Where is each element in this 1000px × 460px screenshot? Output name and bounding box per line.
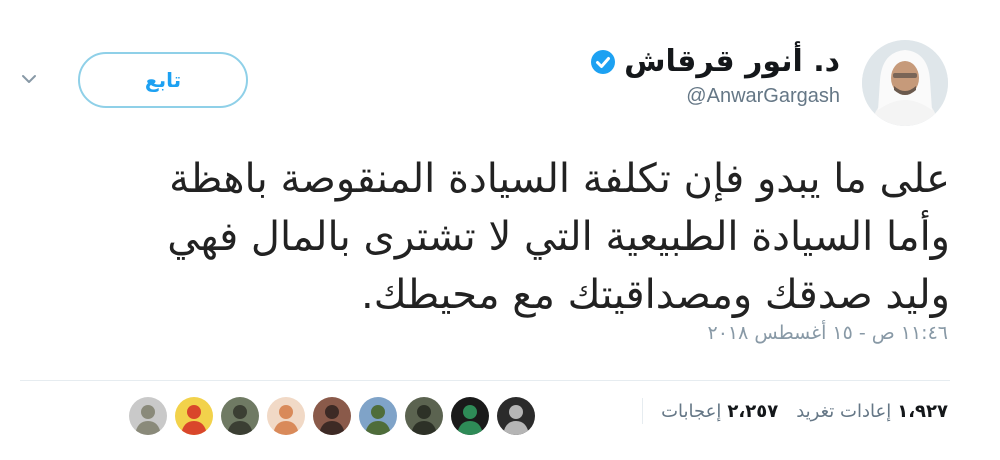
follow-button[interactable]: تابع [78, 52, 248, 108]
tweet-line: على ما يبدو فإن تكلفة السيادة المنقوصة ب… [169, 156, 950, 202]
tweet-text: على ما يبدو فإن تكلفة السيادة المنقوصة ب… [20, 150, 950, 324]
liker-avatar-7[interactable] [404, 396, 444, 436]
profile-avatar[interactable] [862, 40, 948, 126]
liker-avatar-1[interactable] [128, 396, 168, 436]
verified-badge-icon [591, 49, 616, 74]
liker-avatar-5[interactable] [312, 396, 352, 436]
avatar-photo-icon [129, 397, 167, 435]
liker-avatar-9[interactable] [496, 396, 536, 436]
liker-avatar-4[interactable] [266, 396, 306, 436]
author-display-name[interactable]: د. أنور قرقاش [624, 44, 840, 79]
retweets-label: إعادات تغريد [796, 400, 892, 422]
avatar-photo-icon [405, 397, 443, 435]
stats-separator [642, 398, 644, 424]
author-handle[interactable]: @AnwarGargash [590, 85, 840, 108]
liker-avatar-3[interactable] [220, 396, 260, 436]
tweet-stats: ١،٩٢٧ إعادات تغريد ٢،٢٥٧ إعجابات [642, 398, 948, 424]
retweets-count: ١،٩٢٧ [897, 400, 948, 422]
tweet-timestamp[interactable]: ١١:٤٦ ص - ١٥ أغسطس ٢٠١٨ [708, 322, 949, 344]
avatar-photo-icon [267, 397, 305, 435]
avatar-photo-icon [175, 397, 213, 435]
chevron-down-icon[interactable] [20, 70, 38, 88]
liker-avatar-8[interactable] [450, 396, 490, 436]
tweet-line: وليد صدقك ومصداقيتك مع محيطك. [360, 272, 950, 318]
avatar-photo-icon [497, 397, 535, 435]
likes-label: إعجابات [661, 400, 722, 422]
author-info: د. أنور قرقاش @AnwarGargash [590, 44, 840, 108]
profile-photo-icon [862, 40, 948, 126]
avatar-photo-icon [313, 397, 351, 435]
tweet-line: وأما السيادة الطبيعية التي لا تشترى بالم… [167, 214, 950, 260]
retweets-stat[interactable]: ١،٩٢٧ إعادات تغريد [796, 401, 948, 422]
divider [20, 380, 950, 381]
likes-count: ٢،٢٥٧ [727, 400, 779, 422]
tweet-card: د. أنور قرقاش @AnwarGargash تابع على ما … [0, 0, 1000, 460]
avatar-photo-icon [451, 397, 489, 435]
avatar-photo-icon [359, 397, 397, 435]
avatar-photo-icon [221, 397, 259, 435]
likes-stat[interactable]: ٢،٢٥٧ إعجابات [661, 401, 778, 422]
liker-avatars [128, 396, 536, 436]
liker-avatar-6[interactable] [358, 396, 398, 436]
liker-avatar-2[interactable] [174, 396, 214, 436]
